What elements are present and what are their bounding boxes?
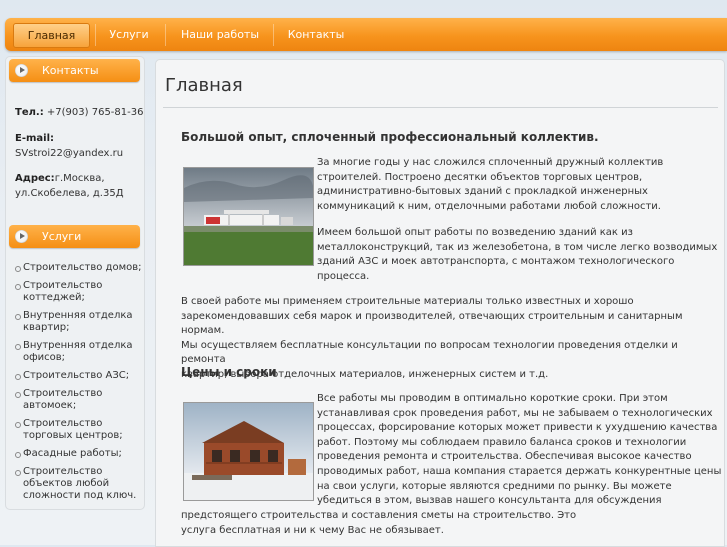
nav-separator — [165, 24, 166, 46]
address-line: Адрес:г.Москва, — [15, 173, 105, 184]
text-line: металлоконструкций, так из железобетона,… — [317, 241, 718, 253]
address-label: Адрес: — [15, 173, 55, 184]
text-line: услуга бесплатная и ни к чему Вас не обя… — [181, 524, 444, 536]
paragraph-terms-continued: предстоящего строительства и составления… — [181, 509, 576, 538]
gas-station-photo — [183, 167, 314, 266]
text-line: строителей. Построено десятки объектов т… — [317, 171, 643, 183]
arrow-bullet-icon — [15, 230, 28, 243]
section-heading-experience: Большой опыт, сплоченный профессиональны… — [181, 130, 599, 144]
contacts-header[interactable]: Контакты — [9, 59, 140, 82]
service-item[interactable]: Строительство АЗС; — [14, 370, 142, 382]
email-label: E-mail: — [15, 133, 55, 144]
nav-separator — [273, 24, 274, 46]
text-line: устанавливая срок проведения работ, мы н… — [317, 407, 713, 419]
section-heading-prices: Цены и сроки — [181, 365, 277, 379]
service-item[interactable]: Внутренняя отделка офисов; — [14, 340, 142, 364]
house-construction-photo — [183, 402, 314, 501]
nav-item-home[interactable]: Главная — [13, 23, 90, 48]
main-content: Главная Большой опыт, сплоченный професс… — [155, 59, 725, 547]
text-line: зданий АЗС и моек автотранспорта, с монт… — [317, 256, 675, 268]
service-item[interactable]: Строительство объектов любой сложности п… — [14, 466, 142, 502]
phone-value: +7(903) 765-81-36 — [43, 107, 144, 118]
text-line: Имеем большой опыт работы по возведению … — [317, 227, 633, 238]
nav-item-contacts[interactable]: Контакты — [275, 18, 357, 51]
service-item[interactable]: Строительство коттеджей; — [14, 280, 142, 304]
text-line: Все работы мы проводим в оптимально коро… — [317, 393, 668, 404]
services-header[interactable]: Услуги — [9, 225, 140, 248]
service-item[interactable]: Строительство автомоек; — [14, 388, 142, 412]
phone-line: Тел.: +7(903) 765-81-36 — [15, 107, 143, 118]
text-line: коммуникаций к ним, отделочными работами… — [317, 200, 661, 212]
contacts-title: Контакты — [42, 64, 99, 77]
text-line: процесса. — [317, 270, 370, 282]
text-line: убедиться в этом, вызвав нашего консульт… — [317, 495, 662, 507]
address-line2: ул.Скобелева, д.35Д — [15, 188, 124, 199]
text-line: проводимых работ, наша компания стараетс… — [317, 465, 722, 477]
nav-item-services[interactable]: Услуги — [97, 18, 161, 51]
text-line: Мы осуществляем бесплатные консультации … — [181, 339, 678, 366]
services-title: Услуги — [42, 230, 82, 243]
text-line: зарекомендовавших себя марок и производи… — [181, 310, 683, 337]
paragraph-experience: Имеем большой опыт работы по возведению … — [317, 226, 717, 284]
email-value[interactable]: SVstroi22@yandex.ru — [15, 148, 123, 159]
text-line: работ. Поэтому мы соблюдаем правило бала… — [317, 436, 687, 448]
text-line: процессах, форсирование которых может пр… — [317, 422, 718, 434]
nav-item-works[interactable]: Наши работы — [168, 18, 272, 51]
services-list: Строительство домов; Строительство котте… — [14, 262, 142, 502]
text-line: В своей работе мы применяем строительные… — [181, 296, 634, 307]
arrow-bullet-icon — [15, 64, 28, 77]
paragraph-team: За многие годы у нас сложился сплоченный… — [317, 156, 663, 214]
service-item[interactable]: Строительство домов; — [14, 262, 142, 274]
text-line: на свои услуги, которые являются средним… — [317, 480, 672, 492]
service-item[interactable]: Внутренняя отделка квартир; — [14, 310, 142, 334]
email-label-line: E-mail: — [15, 133, 54, 144]
top-navigation: Главная Услуги Наши работы Контакты — [5, 18, 727, 51]
text-line: проведения ремонта и строительства. Обес… — [317, 451, 692, 463]
service-item[interactable]: Фасадные работы; — [14, 448, 142, 460]
service-item[interactable]: Строительство торговых центров; — [14, 418, 142, 442]
address-line1: г.Москва, — [54, 173, 105, 184]
text-line: административно-бытовых зданий с проклад… — [317, 186, 648, 198]
sidebar: Контакты Тел.: +7(903) 765-81-36 E-mail:… — [5, 56, 145, 510]
phone-label: Тел.: — [15, 107, 44, 118]
page-title: Главная — [165, 75, 243, 96]
text-line: За многие годы у нас сложился сплоченный… — [317, 157, 664, 168]
title-divider — [163, 107, 718, 108]
text-line: предстоящего строительства и составления… — [181, 510, 577, 521]
nav-separator — [95, 24, 96, 46]
paragraph-terms: Все работы мы проводим в оптимально коро… — [317, 392, 721, 509]
